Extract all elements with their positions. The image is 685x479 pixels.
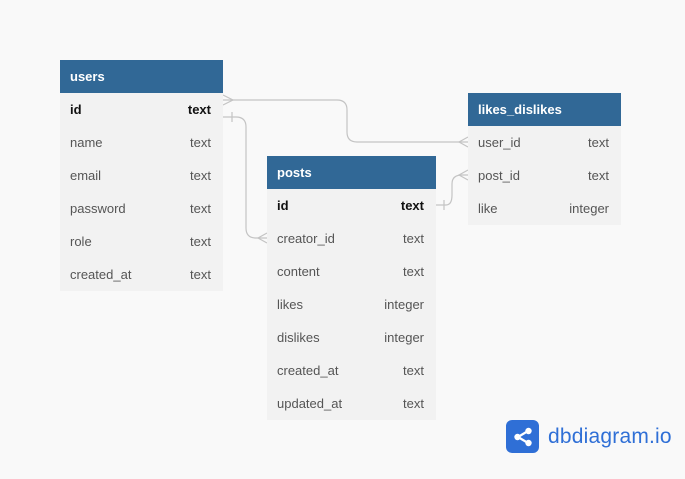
field-name: post_id — [478, 168, 520, 183]
field-name: id — [70, 102, 82, 117]
field-type: integer — [384, 330, 424, 345]
field-type: text — [190, 168, 211, 183]
field-type: text — [588, 168, 609, 183]
field-type: integer — [569, 201, 609, 216]
crowfoot-likes-user-id — [457, 136, 469, 148]
field-row-created-at[interactable]: created_at text — [60, 258, 223, 291]
field-name: email — [70, 168, 102, 183]
field-row-dislikes[interactable]: dislikes integer — [267, 321, 436, 354]
table-posts[interactable]: posts id text creator_id text content text lik… — [267, 156, 436, 420]
field-type: text — [403, 264, 424, 279]
field-type: text — [403, 363, 424, 378]
field-row-creator-id[interactable]: creator_id text — [267, 222, 436, 255]
field-name: like — [478, 201, 498, 216]
field-name: dislikes — [277, 330, 320, 345]
field-row-user-id[interactable]: user_id text — [468, 126, 621, 159]
field-name: created_at — [70, 267, 132, 282]
field-type: text — [403, 396, 424, 411]
field-name: created_at — [277, 363, 339, 378]
field-name: password — [70, 201, 126, 216]
relation-users-posts — [223, 116, 267, 239]
field-row-role[interactable]: role text — [60, 225, 223, 258]
field-row-like[interactable]: like integer — [468, 192, 621, 225]
field-row-content[interactable]: content text — [267, 255, 436, 288]
field-type: text — [190, 201, 211, 216]
field-name: role — [70, 234, 92, 249]
field-row-updated-at[interactable]: updated_at text — [267, 387, 436, 420]
field-row-email[interactable]: email text — [60, 159, 223, 192]
diagram-canvas[interactable]: users id text name text email text password tex… — [0, 0, 685, 479]
crowfoot-likes-post-id — [457, 169, 469, 181]
field-list: id text creator_id text content text likes inte… — [267, 189, 436, 420]
field-type: text — [190, 234, 211, 249]
relation-users-likes — [223, 99, 468, 143]
relation-posts-likes — [436, 174, 468, 206]
field-name: creator_id — [277, 231, 335, 246]
table-likes-dislikes[interactable]: likes_dislikes user_id text post_id text lik… — [468, 93, 621, 225]
field-name: name — [70, 135, 103, 150]
field-type: text — [190, 267, 211, 282]
table-header-likes-dislikes[interactable]: likes_dislikes — [468, 93, 621, 126]
crowfoot-users-id-1 — [222, 94, 235, 106]
field-type: text — [187, 102, 211, 117]
field-type: text — [190, 135, 211, 150]
table-header-posts[interactable]: posts — [267, 156, 436, 189]
field-name: likes — [277, 297, 304, 312]
share-nodes-icon — [506, 420, 539, 453]
crowfoot-posts-creator — [256, 232, 268, 244]
field-name: content — [277, 264, 320, 279]
field-type: integer — [384, 297, 424, 312]
field-list: user_id text post_id text like integer — [468, 126, 621, 225]
field-type: text — [588, 135, 609, 150]
field-row-likes[interactable]: likes integer — [267, 288, 436, 321]
table-users[interactable]: users id text name text email text password tex… — [60, 60, 223, 291]
field-type: text — [403, 231, 424, 246]
field-row-post-id[interactable]: post_id text — [468, 159, 621, 192]
brand-watermark[interactable]: dbdiagram.io — [506, 420, 672, 453]
field-name: id — [277, 198, 289, 213]
field-row-id[interactable]: id text — [267, 189, 436, 222]
field-list: id text name text email text password text role t… — [60, 93, 223, 291]
field-name: user_id — [478, 135, 521, 150]
field-row-id[interactable]: id text — [60, 93, 223, 126]
field-row-created-at[interactable]: created_at text — [267, 354, 436, 387]
field-row-name[interactable]: name text — [60, 126, 223, 159]
brand-name: dbdiagram.io — [548, 424, 672, 448]
field-name: updated_at — [277, 396, 343, 411]
field-type: text — [400, 198, 424, 213]
table-header-users[interactable]: users — [60, 60, 223, 93]
field-row-password[interactable]: password text — [60, 192, 223, 225]
